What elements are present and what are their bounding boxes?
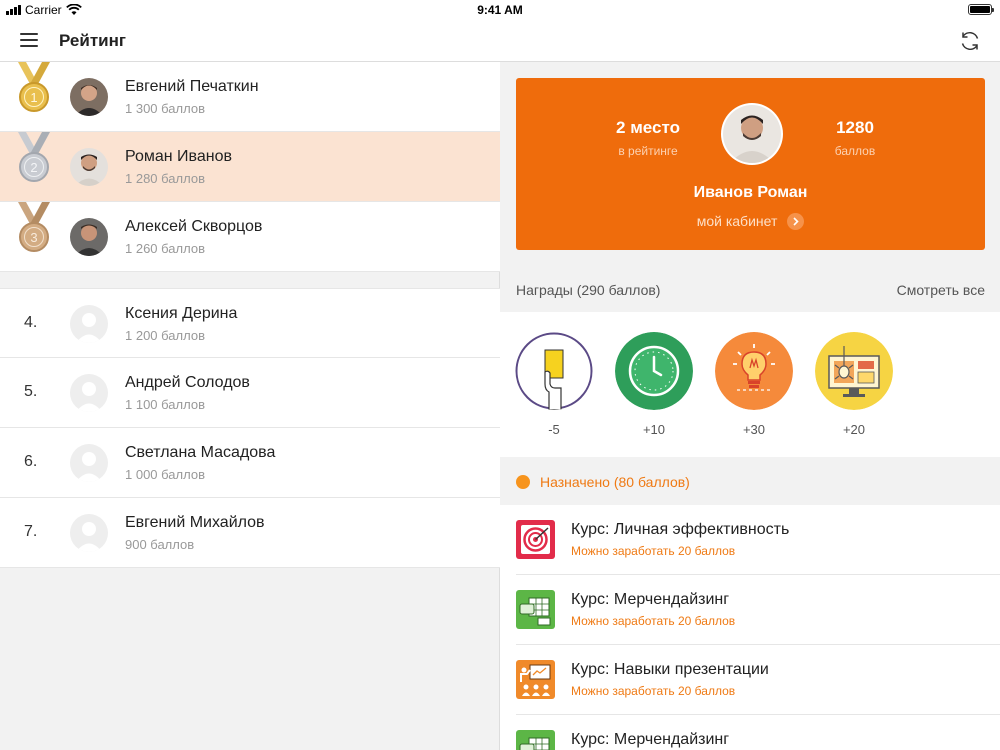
rank-number: 7. — [24, 523, 38, 540]
leaderboard-row[interactable]: 5. Андрей Солодов 1 100 баллов — [0, 358, 500, 428]
my-cabinet-label: мой кабинет — [696, 213, 778, 229]
course-subtitle: Можно заработать 20 баллов — [571, 544, 736, 558]
leaderboard-row[interactable]: 4. Ксения Дерина 1 200 баллов — [0, 288, 500, 358]
place-stat: 2 место в рейтинге — [588, 118, 708, 158]
player-name: Андрей Солодов — [125, 374, 250, 391]
rank-number: 4. — [24, 314, 38, 331]
avatar-placeholder-icon — [70, 514, 108, 552]
player-name: Евгений Михайлов — [125, 514, 265, 531]
avatar — [70, 78, 108, 116]
status-time: 9:41 AM — [477, 3, 523, 17]
svg-text:3: 3 — [30, 230, 37, 245]
battery-icon — [968, 4, 994, 15]
leaderboard-row[interactable]: 6. Светлана Масадова 1 000 баллов — [0, 428, 500, 498]
leaderboard-panel: 1 Евгений Печаткин 1 300 баллов 2 Роман … — [0, 62, 500, 750]
rank-number: 6. — [24, 453, 38, 470]
award-points: +30 — [742, 422, 766, 437]
course-item[interactable]: Курс: Личная эффективность Можно заработ… — [516, 505, 1000, 575]
player-score: 1 280 баллов — [125, 171, 205, 186]
shelf-icon — [516, 590, 555, 629]
course-subtitle: Можно заработать 20 баллов — [571, 684, 736, 698]
course-title: Курс: Мерчендайзинг — [571, 591, 730, 608]
award-points: +20 — [842, 422, 866, 437]
profile-name: Иванов Роман — [693, 184, 808, 201]
points-label: баллов — [834, 144, 876, 158]
player-score: 1 100 баллов — [125, 397, 205, 412]
course-title: Курс: Мерчендайзинг — [571, 731, 730, 748]
player-score: 1 200 баллов — [125, 328, 205, 343]
avatar — [70, 218, 108, 256]
rank-number: 5. — [24, 383, 38, 400]
course-item[interactable]: Курс: Мерчендайзинг Можно заработать 20 … — [516, 575, 1000, 645]
award-item[interactable]: +30 — [714, 332, 794, 437]
leaderboard-row[interactable]: 7. Евгений Михайлов 900 баллов — [0, 498, 500, 568]
hamburger-icon[interactable] — [20, 33, 38, 47]
points-stat: 1280 баллов — [795, 118, 915, 158]
yellow-card-icon — [515, 332, 593, 410]
player-name: Евгений Печаткин — [125, 78, 259, 95]
award-item[interactable]: +10 — [614, 332, 694, 437]
svg-text:1: 1 — [30, 90, 37, 105]
player-name: Светлана Масадова — [125, 444, 276, 461]
presentation-icon — [516, 660, 555, 699]
course-item[interactable]: Курс: Навыки презентации Можно заработат… — [516, 645, 1000, 715]
award-points: +10 — [642, 422, 666, 437]
see-all-link[interactable]: Смотреть все — [897, 282, 985, 298]
player-name: Алексей Скворцов — [125, 218, 263, 235]
place-value: 2 место — [616, 118, 680, 137]
course-item[interactable]: Курс: Мерчендайзинг — [516, 715, 1000, 750]
player-score: 1 260 баллов — [125, 241, 205, 256]
bronze-medal-icon: 3 — [18, 202, 50, 252]
lightbulb-icon — [715, 332, 793, 410]
award-item[interactable]: -5 — [514, 332, 594, 437]
player-name: Ксения Дерина — [125, 305, 238, 322]
assigned-title: Назначено (80 баллов) — [540, 474, 690, 490]
avatar — [70, 148, 108, 186]
refresh-icon[interactable] — [958, 29, 982, 53]
status-dot-icon — [516, 475, 530, 489]
player-name: Роман Иванов — [125, 148, 232, 165]
leaderboard-row-selected[interactable]: 2 Роман Иванов 1 280 баллов — [0, 132, 500, 202]
nav-bar: Рейтинг — [0, 20, 1000, 62]
player-score: 1 000 баллов — [125, 467, 205, 482]
award-points: -5 — [548, 422, 560, 437]
award-item[interactable]: +20 — [814, 332, 894, 437]
silver-medal-icon: 2 — [18, 132, 50, 182]
leaderboard-row[interactable]: 3 Алексей Скворцов 1 260 баллов — [0, 202, 500, 272]
player-score: 900 баллов — [125, 537, 195, 552]
awards-header: Награды (290 баллов) Смотреть все — [516, 282, 985, 298]
avatar-placeholder-icon — [70, 305, 108, 343]
awards-list: -5 +10 +30 +20 — [500, 312, 1000, 457]
shelf-icon — [516, 730, 555, 750]
status-bar: Carrier 9:41 AM — [0, 0, 1000, 20]
profile-card: 2 место в рейтинге 1280 баллов Иванов Ро… — [516, 78, 985, 250]
monitor-bug-icon — [815, 332, 893, 410]
svg-text:2: 2 — [30, 160, 37, 175]
player-score: 1 300 баллов — [125, 101, 205, 116]
page-title: Рейтинг — [59, 31, 126, 50]
avatar-placeholder-icon — [70, 374, 108, 412]
course-list: Курс: Личная эффективность Можно заработ… — [500, 505, 1000, 750]
awards-title: Награды (290 баллов) — [516, 282, 661, 298]
points-value: 1280 — [836, 118, 874, 137]
avatar-placeholder-icon — [70, 444, 108, 482]
chevron-right-icon — [787, 212, 805, 230]
profile-avatar — [721, 103, 783, 165]
clock-icon — [615, 332, 693, 410]
gold-medal-icon: 1 — [18, 62, 50, 112]
course-title: Курс: Личная эффективность — [571, 521, 790, 538]
course-title: Курс: Навыки презентации — [571, 661, 769, 678]
target-icon — [516, 520, 555, 559]
profile-panel: 2 место в рейтинге 1280 баллов Иванов Ро… — [500, 62, 1000, 750]
my-cabinet-link[interactable]: мой кабинет — [516, 212, 985, 231]
leaderboard-row[interactable]: 1 Евгений Печаткин 1 300 баллов — [0, 62, 500, 132]
place-label: в рейтинге — [618, 144, 678, 158]
assigned-header: Назначено (80 баллов) — [516, 474, 690, 490]
course-subtitle: Можно заработать 20 баллов — [571, 614, 736, 628]
